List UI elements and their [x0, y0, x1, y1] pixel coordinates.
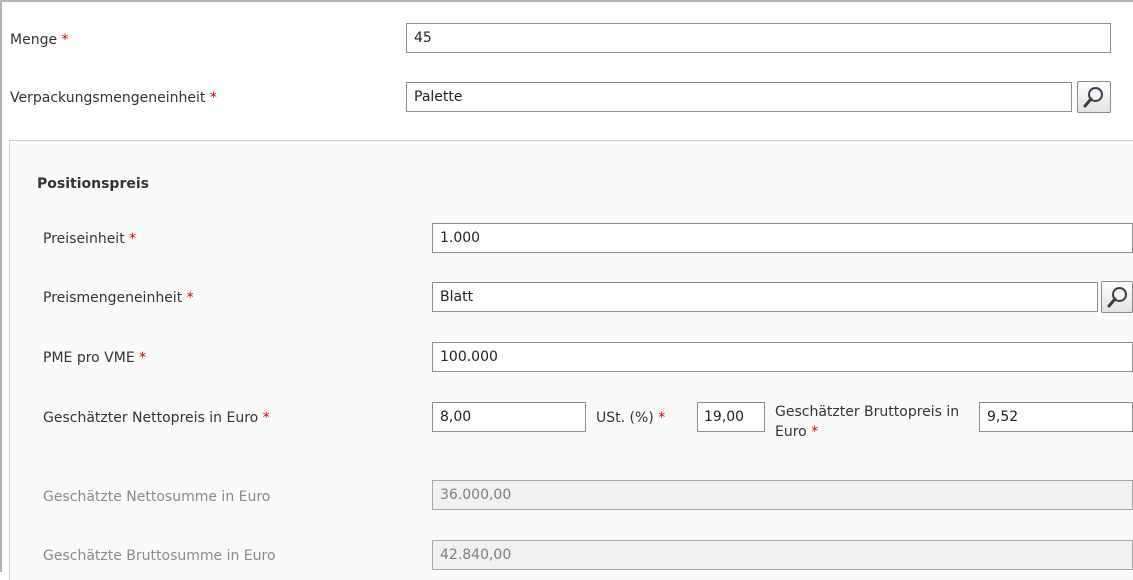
magnifier-icon [1083, 87, 1103, 108]
positionspreis-title: Positionspreis [37, 176, 149, 192]
verpackungsmengeneinheit-lookup-button[interactable] [1077, 81, 1111, 113]
required-marker: * [811, 424, 819, 440]
required-marker: * [61, 32, 69, 48]
required-marker: * [209, 90, 217, 106]
ust-label-text: USt. (%) [596, 410, 654, 426]
required-marker: * [262, 410, 270, 426]
bruttosumme-field [432, 540, 1133, 570]
nettosumme-field [432, 480, 1133, 510]
menge-label-text: Menge [10, 32, 58, 48]
pme-pro-vme-label: PME pro VME * [43, 349, 146, 367]
bruttopreis-label-text: Geschätzter Bruttopreis in Euro [775, 404, 960, 440]
preismengeneinheit-lookup-button[interactable] [1101, 281, 1133, 313]
preismengeneinheit-input[interactable] [432, 282, 1098, 312]
verpackungsmengeneinheit-label-text: Verpackungsmengeneinheit [10, 90, 206, 106]
menge-label: Menge * [10, 31, 69, 49]
preiseinheit-label-text: Preiseinheit [43, 231, 125, 247]
nettopreis-label: Geschätzter Nettopreis in Euro * [43, 409, 270, 427]
preiseinheit-label: Preiseinheit * [43, 230, 136, 248]
verpackungsmengeneinheit-input[interactable] [406, 82, 1072, 112]
ust-input[interactable] [697, 402, 765, 432]
preiseinheit-input[interactable] [432, 223, 1133, 253]
required-marker: * [658, 410, 666, 426]
verpackungsmengeneinheit-label: Verpackungsmengeneinheit * [10, 89, 217, 107]
nettosumme-label: Geschätzte Nettosumme in Euro [43, 489, 271, 505]
required-marker: * [129, 231, 137, 247]
ust-label: USt. (%) * [596, 409, 665, 427]
pme-pro-vme-label-text: PME pro VME [43, 350, 135, 366]
bruttosumme-label: Geschätzte Bruttosumme in Euro [43, 548, 276, 564]
nettopreis-input[interactable] [432, 402, 586, 432]
required-marker: * [139, 350, 147, 366]
pme-pro-vme-input[interactable] [432, 342, 1133, 372]
preismengeneinheit-label: Preismengeneinheit * [43, 289, 194, 307]
bruttopreis-input[interactable] [979, 402, 1133, 432]
nettopreis-label-text: Geschätzter Nettopreis in Euro [43, 410, 259, 426]
magnifier-icon [1107, 287, 1127, 308]
preismengeneinheit-label-text: Preismengeneinheit [43, 290, 183, 306]
required-marker: * [186, 290, 194, 306]
bruttopreis-label: Geschätzter Bruttopreis in Euro * [775, 402, 975, 442]
menge-input[interactable] [406, 23, 1111, 53]
